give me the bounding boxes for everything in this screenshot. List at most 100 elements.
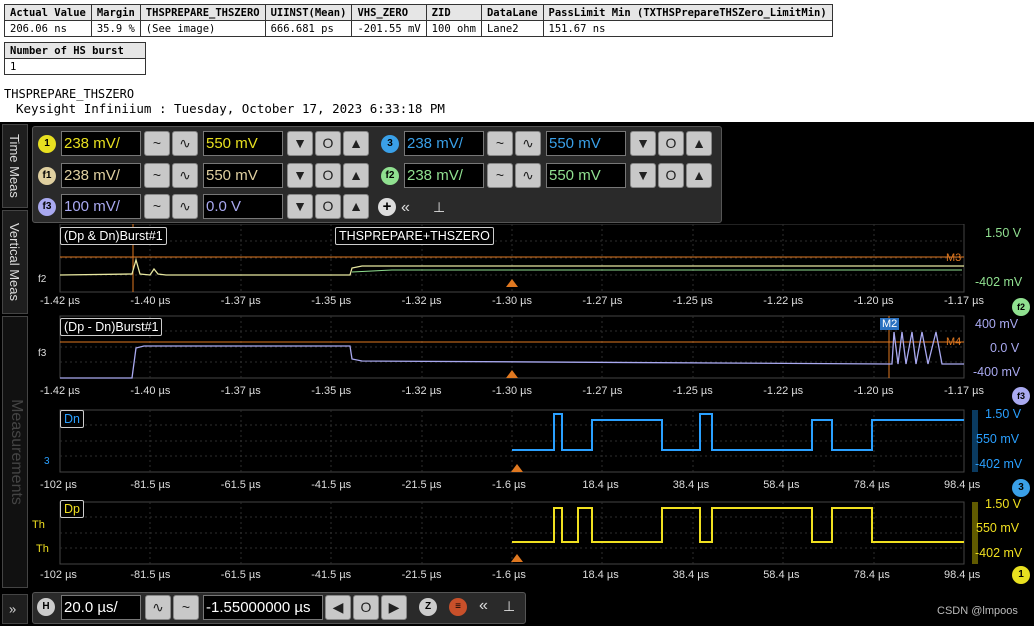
tick-label: -1.20 µs bbox=[853, 295, 894, 307]
panel-3-badge[interactable]: 3 bbox=[1012, 479, 1030, 497]
tick-label: -21.5 µs bbox=[401, 479, 442, 491]
watermark-text: CSDN @lmpoos bbox=[937, 605, 1018, 617]
panel-3-title: Dn bbox=[60, 410, 84, 428]
function-1-badge[interactable]: f1 bbox=[38, 167, 56, 185]
fine-wave-icon[interactable]: ~ bbox=[144, 194, 170, 219]
tick-label: 58.4 µs bbox=[763, 569, 800, 581]
panel-1-top-value: 1.50 V bbox=[985, 226, 1022, 240]
instrument-line: Keysight Infiniium : Tuesday, October 17… bbox=[16, 101, 445, 116]
zero-icon[interactable]: O bbox=[658, 163, 684, 188]
down-arrow-icon[interactable]: ▼ bbox=[630, 163, 656, 188]
tab-measurements-label: Measurements bbox=[8, 399, 25, 505]
coarse-wave-icon[interactable]: ∿ bbox=[515, 163, 541, 188]
f3-marker-label: f3 bbox=[38, 348, 47, 359]
zero-icon[interactable]: O bbox=[315, 163, 341, 188]
function-1-scale[interactable]: 238 mV/ bbox=[61, 163, 141, 188]
tab-time-meas[interactable]: Time Meas bbox=[2, 124, 28, 208]
tick-label: -1.35 µs bbox=[311, 385, 352, 397]
up-arrow-icon[interactable]: ▲ bbox=[343, 163, 369, 188]
cell-thsprepare: (See image) bbox=[139, 20, 266, 37]
tick-label: 18.4 µs bbox=[582, 569, 619, 581]
function-3-badge[interactable]: f3 bbox=[38, 198, 56, 216]
tab-vertical-meas[interactable]: Vertical Meas bbox=[2, 210, 28, 314]
up-arrow-icon[interactable]: ▲ bbox=[686, 131, 712, 156]
timebase-position[interactable]: -1.55000000 µs bbox=[203, 595, 323, 620]
timebase-scale[interactable]: 20.0 µs/ bbox=[61, 595, 141, 620]
fine-wave-icon[interactable]: ~ bbox=[487, 131, 513, 156]
channel-1-scale[interactable]: 238 mV/ bbox=[61, 131, 141, 156]
panel-4-badge[interactable]: 1 bbox=[1012, 566, 1030, 584]
zero-icon[interactable]: O bbox=[315, 194, 341, 219]
tick-label: 98.4 µs bbox=[944, 569, 981, 581]
function-3-scale[interactable]: 100 mV/ bbox=[61, 194, 141, 219]
tick-label: -1.30 µs bbox=[492, 295, 532, 307]
horizontal-badge[interactable]: H bbox=[37, 598, 55, 616]
zoom-icon[interactable]: Z bbox=[419, 598, 437, 616]
tab-measurements[interactable]: Measurements bbox=[2, 316, 28, 588]
tick-label: -61.5 µs bbox=[220, 479, 261, 491]
coarse-wave-icon[interactable]: ∿ bbox=[515, 131, 541, 156]
fine-wave-icon[interactable]: ∿ bbox=[145, 595, 171, 620]
zero-icon[interactable]: O bbox=[353, 595, 379, 620]
function-2-badge[interactable]: f2 bbox=[381, 167, 399, 185]
tick-label: -1.27 µs bbox=[582, 385, 623, 397]
expand-button[interactable]: » bbox=[2, 594, 28, 624]
function-2-offset[interactable]: 550 mV bbox=[546, 163, 626, 188]
tick-label: -1.32 µs bbox=[401, 295, 442, 307]
up-arrow-icon[interactable]: ▲ bbox=[343, 194, 369, 219]
header-thsprepare: THSPREPARE_THSZERO bbox=[139, 4, 266, 21]
add-channel-icon[interactable]: + bbox=[378, 198, 396, 216]
pin-icon[interactable]: ⊥ bbox=[433, 199, 445, 216]
down-arrow-icon[interactable]: ▼ bbox=[287, 163, 313, 188]
coarse-wave-icon[interactable]: ~ bbox=[173, 595, 199, 620]
function-2-scale[interactable]: 238 mV/ bbox=[404, 163, 484, 188]
tick-label: -1.37 µs bbox=[220, 295, 261, 307]
channel-3-marker-label: 3 bbox=[44, 456, 50, 467]
tick-label: -1.6 µs bbox=[492, 569, 526, 581]
pin-icon[interactable]: ⊥ bbox=[503, 598, 515, 615]
collapse-chevron-icon[interactable]: « bbox=[479, 597, 488, 615]
delay-icon[interactable]: ≡ bbox=[449, 598, 467, 616]
coarse-wave-icon[interactable]: ∿ bbox=[172, 163, 198, 188]
up-arrow-icon[interactable]: ▲ bbox=[343, 131, 369, 156]
zero-icon[interactable]: O bbox=[658, 131, 684, 156]
panel-1-badge[interactable]: f2 bbox=[1012, 298, 1030, 316]
cell-hs-burst: 1 bbox=[4, 58, 146, 75]
up-arrow-icon[interactable]: ▲ bbox=[686, 163, 712, 188]
fine-wave-icon[interactable]: ~ bbox=[144, 163, 170, 188]
down-arrow-icon[interactable]: ▼ bbox=[287, 131, 313, 156]
header-margin: Margin bbox=[90, 4, 141, 21]
fine-wave-icon[interactable]: ~ bbox=[487, 163, 513, 188]
cell-margin: 35.9 % bbox=[90, 20, 141, 37]
threshold-marker-label: Th bbox=[32, 519, 45, 531]
collapse-chevron-icon[interactable]: « bbox=[401, 199, 410, 217]
function-3-offset[interactable]: 0.0 V bbox=[203, 194, 283, 219]
right-arrow-icon[interactable]: ▶ bbox=[381, 595, 407, 620]
tick-label: 78.4 µs bbox=[853, 479, 890, 491]
header-vhs-zero: VHS_ZERO bbox=[351, 4, 427, 21]
left-arrow-icon[interactable]: ◀ bbox=[325, 595, 351, 620]
m4-label: M4 bbox=[946, 336, 962, 348]
panel-2-top-value: 400 mV bbox=[975, 317, 1019, 331]
down-arrow-icon[interactable]: ▼ bbox=[287, 194, 313, 219]
cell-passlimit: 151.67 ns bbox=[542, 20, 833, 37]
panel-2-badge[interactable]: f3 bbox=[1012, 387, 1030, 405]
down-arrow-icon[interactable]: ▼ bbox=[630, 131, 656, 156]
coarse-wave-icon[interactable]: ∿ bbox=[172, 131, 198, 156]
channel-3-offset[interactable]: 550 mV bbox=[546, 131, 626, 156]
channel-1-offset[interactable]: 550 mV bbox=[203, 131, 283, 156]
double-chevron-icon: » bbox=[9, 601, 17, 617]
oscilloscope-screen: Time Meas Vertical Meas Measurements » 1… bbox=[0, 122, 1034, 626]
channel-1-badge[interactable]: 1 bbox=[38, 135, 56, 153]
function-1-offset[interactable]: 550 mV bbox=[203, 163, 283, 188]
channel-3-scale[interactable]: 238 mV/ bbox=[404, 131, 484, 156]
panel-1-bottom-value: -402 mV bbox=[975, 275, 1023, 289]
channel-3-badge[interactable]: 3 bbox=[381, 135, 399, 153]
fine-wave-icon[interactable]: ~ bbox=[144, 131, 170, 156]
tick-label: -1.25 µs bbox=[672, 295, 713, 307]
coarse-wave-icon[interactable]: ∿ bbox=[172, 194, 198, 219]
cell-datalane: Lane2 bbox=[480, 20, 544, 37]
zero-icon[interactable]: O bbox=[315, 131, 341, 156]
tick-label: -1.17 µs bbox=[944, 385, 984, 397]
tick-label: -1.25 µs bbox=[672, 385, 713, 397]
